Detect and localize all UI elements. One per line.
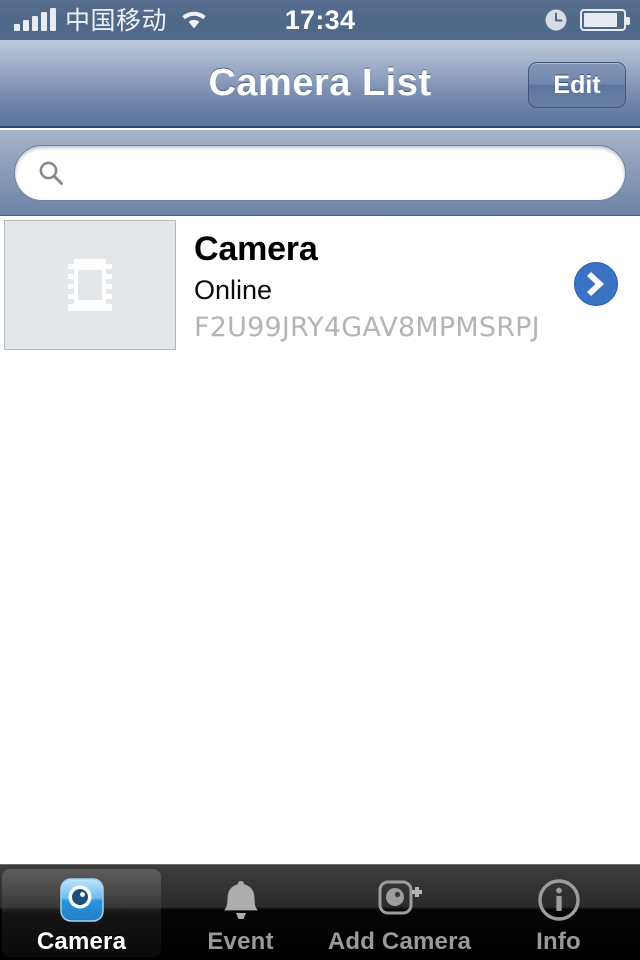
navigation-bar: Camera List Edit xyxy=(0,40,640,128)
tab-camera-label: Camera xyxy=(36,928,127,955)
chevron-right-icon[interactable] xyxy=(570,258,622,310)
tab-bar: Camera Event Add Camera Info xyxy=(0,864,640,960)
status-bar: 中国移动 17:34 xyxy=(0,0,640,40)
camera-app-icon xyxy=(58,877,106,923)
search-icon xyxy=(37,159,65,187)
status-bar-right xyxy=(544,8,630,32)
edit-button[interactable]: Edit xyxy=(528,62,626,108)
wifi-icon xyxy=(176,8,209,32)
search-bar-area xyxy=(0,130,640,216)
search-field[interactable] xyxy=(14,144,626,201)
search-input[interactable] xyxy=(75,145,625,200)
table-row[interactable]: Camera Online F2U99JRY4GAV8MPMSRPJ xyxy=(0,217,640,350)
camera-thumbnail xyxy=(4,220,176,350)
clock-icon xyxy=(544,8,568,32)
film-strip-icon xyxy=(59,254,121,316)
info-circle-icon xyxy=(536,877,582,923)
tab-info[interactable]: Info xyxy=(479,869,638,957)
tab-event[interactable]: Event xyxy=(161,869,320,957)
status-bar-left: 中国移动 xyxy=(14,8,209,33)
app-root: 中国移动 17:34 Camera List Edit Camera Onlin… xyxy=(0,0,640,960)
signal-bars-icon xyxy=(14,8,56,31)
page-title: Camera List xyxy=(208,61,432,104)
status-bar-time: 17:34 xyxy=(284,4,356,35)
tab-add-camera[interactable]: Add Camera xyxy=(320,869,479,957)
tab-camera[interactable]: Camera xyxy=(2,869,161,957)
add-camera-icon xyxy=(376,877,424,923)
camera-serial: F2U99JRY4GAV8MPMSRPJ xyxy=(194,312,540,344)
tab-info-label: Info xyxy=(536,928,581,955)
camera-list: Camera Online F2U99JRY4GAV8MPMSRPJ xyxy=(0,217,640,864)
battery-icon xyxy=(580,9,630,31)
bell-icon xyxy=(219,877,263,923)
tab-event-label: Event xyxy=(207,928,274,955)
tab-add-camera-label: Add Camera xyxy=(327,928,472,955)
carrier-label: 中国移动 xyxy=(65,5,168,35)
